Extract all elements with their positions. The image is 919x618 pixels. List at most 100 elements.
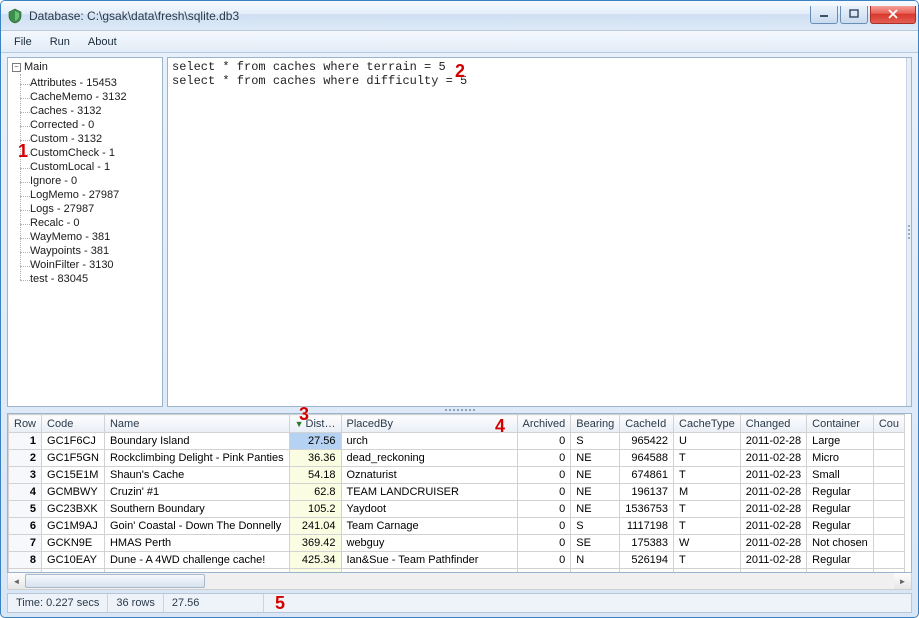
cell[interactable] [873,501,904,518]
cell[interactable]: 54.18 [289,467,341,484]
col-placedby[interactable]: PlacedBy [341,415,517,433]
cell[interactable]: Regular [807,484,874,501]
cell[interactable]: GC1F6CJ [42,433,105,450]
collapse-icon[interactable]: − [12,63,21,72]
tree-item[interactable]: Waypoints - 381 [30,244,158,258]
tree-item[interactable]: Corrected - 0 [30,118,158,132]
cell[interactable]: Not chosen [807,535,874,552]
cell[interactable]: urch [341,433,517,450]
cell[interactable]: T [674,518,741,535]
table-row[interactable]: 4GCMBWYCruzin' #162.8TEAM LANDCRUISER0NE… [9,484,905,501]
tree-root[interactable]: − Main [12,60,160,74]
cell[interactable]: 0 [517,535,571,552]
sql-resize-handle[interactable] [906,58,911,406]
tree-item[interactable]: WayMemo - 381 [30,230,158,244]
cell[interactable]: 1 [9,433,42,450]
cell[interactable]: 2011-02-28 [740,501,806,518]
col-row[interactable]: Row [9,415,42,433]
cell[interactable]: Goin' Coastal - Down The Donnelly [104,518,289,535]
cell[interactable]: N [571,552,620,569]
cell[interactable]: 196137 [620,484,674,501]
cell[interactable]: Regular [807,518,874,535]
scroll-left-icon[interactable]: ◄ [8,573,25,589]
cell[interactable] [873,450,904,467]
cell[interactable]: 5 [9,501,42,518]
cell[interactable]: 6 [9,518,42,535]
col-code[interactable]: Code [42,415,105,433]
table-row[interactable]: 2GC1F5GNRockclimbing Delight - Pink Pant… [9,450,905,467]
cell[interactable]: GCMBWY [42,484,105,501]
cell[interactable]: Boundary Island [104,433,289,450]
tree-item[interactable]: WoinFilter - 3130 [30,258,158,272]
cell[interactable] [873,433,904,450]
cell[interactable]: 2011-02-28 [740,535,806,552]
cell[interactable]: T [674,450,741,467]
cell[interactable]: GC1F5GN [42,450,105,467]
cell[interactable]: U [674,433,741,450]
cell[interactable]: Team Carnage [341,518,517,535]
cell[interactable]: 964588 [620,450,674,467]
cell[interactable]: 7 [9,535,42,552]
tree-item[interactable]: Custom - 3132 [30,132,158,146]
cell[interactable]: 0 [517,484,571,501]
cell[interactable]: Dune - A 4WD challenge cache! [104,552,289,569]
cell[interactable]: 0 [517,518,571,535]
results-grid[interactable]: Row Code Name ▼Dist… PlacedBy Archived B… [7,413,912,573]
cell[interactable]: Regular [807,552,874,569]
tree-item[interactable]: test - 83045 [30,272,158,286]
table-row[interactable]: 8GC10EAYDune - A 4WD challenge cache!425… [9,552,905,569]
table-row[interactable]: 1GC1F6CJBoundary Island27.56urch0S965422… [9,433,905,450]
cell[interactable]: 369.42 [289,535,341,552]
cell[interactable]: 2011-02-23 [740,467,806,484]
cell[interactable]: 3 [9,467,42,484]
cell[interactable]: Rockclimbing Delight - Pink Panties [104,450,289,467]
cell[interactable]: 105.2 [289,501,341,518]
cell[interactable]: 0 [517,450,571,467]
cell[interactable]: 674861 [620,467,674,484]
tree-item[interactable]: CacheMemo - 3132 [30,90,158,104]
col-container[interactable]: Container [807,415,874,433]
cell[interactable]: TEAM LANDCRUISER [341,484,517,501]
tree-item[interactable]: Ignore - 0 [30,174,158,188]
tree-item[interactable]: CustomCheck - 1 [30,146,158,160]
cell[interactable]: Large [807,433,874,450]
cell[interactable]: 175383 [620,535,674,552]
cell[interactable]: 4 [9,484,42,501]
cell[interactable]: NE [571,467,620,484]
tree-item[interactable]: LogMemo - 27987 [30,188,158,202]
cell[interactable]: NE [571,484,620,501]
col-cacheid[interactable]: CacheId [620,415,674,433]
cell[interactable]: 526194 [620,552,674,569]
cell[interactable]: 965422 [620,433,674,450]
cell[interactable]: 2011-02-28 [740,450,806,467]
cell[interactable]: GC23BXK [42,501,105,518]
col-changed[interactable]: Changed [740,415,806,433]
menu-run[interactable]: Run [41,31,79,52]
cell[interactable]: Oznaturist [341,467,517,484]
menu-file[interactable]: File [5,31,41,52]
col-archived[interactable]: Archived [517,415,571,433]
tree-item[interactable]: Caches - 3132 [30,104,158,118]
cell[interactable]: Shaun's Cache [104,467,289,484]
cell[interactable]: 2011-02-28 [740,552,806,569]
table-row[interactable]: 5GC23BXKSouthern Boundary105.2Yaydoot0NE… [9,501,905,518]
cell[interactable]: Southern Boundary [104,501,289,518]
scroll-right-icon[interactable]: ► [894,573,911,589]
scroll-thumb[interactable] [25,574,205,588]
cell[interactable]: HMAS Perth [104,535,289,552]
cell[interactable]: 0 [517,501,571,518]
cell[interactable]: T [674,552,741,569]
cell[interactable]: 0 [517,552,571,569]
cell[interactable]: Ian&Sue - Team Pathfinder [341,552,517,569]
col-bearing[interactable]: Bearing [571,415,620,433]
sql-editor[interactable]: select * from caches where terrain = 5 s… [168,58,906,406]
cell[interactable] [873,518,904,535]
table-row[interactable]: 7GCKN9EHMAS Perth369.42webguy0SE175383W2… [9,535,905,552]
cell[interactable]: 27.56 [289,433,341,450]
cell[interactable] [873,467,904,484]
cell[interactable]: Small [807,467,874,484]
table-row[interactable]: 6GC1M9AJGoin' Coastal - Down The Donnell… [9,518,905,535]
cell[interactable] [873,535,904,552]
cell[interactable]: Regular [807,501,874,518]
table-tree[interactable]: − Main Attributes - 15453CacheMemo - 313… [7,57,163,407]
